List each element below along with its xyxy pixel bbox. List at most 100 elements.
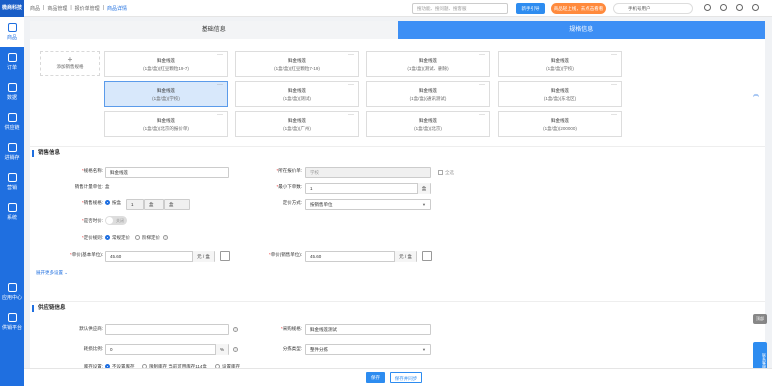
- spec-name-label: 规格名称:: [83, 168, 103, 173]
- spec-card[interactable]: ··· 鲜金线莲 (1盒/盒)(北京): [366, 111, 490, 137]
- help-icon[interactable]: ?: [233, 327, 238, 332]
- guide-button[interactable]: 新手引导: [516, 3, 545, 14]
- spec-card[interactable]: ··· 鲜金线莲 (1盒/盒)(通讯测试): [366, 81, 490, 107]
- nav-item-home[interactable]: 商品: [0, 17, 24, 47]
- more-icon[interactable]: ···: [217, 81, 223, 89]
- platform-icon: [7, 313, 17, 322]
- spec-card[interactable]: ··· 鲜金线莲 (1盒/盒)(北京的报价单): [104, 111, 228, 137]
- breadcrumb-item[interactable]: 报价单管理: [75, 5, 100, 12]
- spec-card[interactable]: ··· 鲜金线莲 (1盒/盒)(广州): [235, 111, 359, 137]
- spec-card[interactable]: ··· 鲜金线莲 (1盒/盒)(东北区): [498, 81, 622, 107]
- spec-card-name: 鲜金线莲: [419, 88, 437, 93]
- spec-card[interactable]: ··· 鲜金线莲 (1盒/盒)(红豆颗粒19-7): [104, 51, 228, 77]
- help-icon[interactable]: [736, 4, 743, 11]
- spec-card[interactable]: ··· 鲜金线莲 (1盒/盒)(测试): [235, 81, 359, 107]
- spec-card-desc: (1盒/盒)(测试): [283, 96, 311, 101]
- nav-item-order[interactable]: 订单: [0, 47, 24, 77]
- collapse-icon[interactable]: ︽: [753, 89, 759, 98]
- nav-label: 应用中心: [1, 295, 22, 301]
- sale-price-input[interactable]: 45.60 元 / 盒: [305, 251, 417, 262]
- more-icon[interactable]: ···: [348, 81, 354, 89]
- nav-item-marketing[interactable]: 营销: [0, 167, 24, 197]
- nav-item-inventory[interactable]: 进销存: [0, 137, 24, 167]
- more-icon[interactable]: ···: [217, 111, 223, 119]
- nav-label: 供销平台: [1, 325, 22, 331]
- more-icon[interactable]: ···: [611, 81, 617, 89]
- search-input[interactable]: 搜功能、搜问题、搜客服: [412, 3, 508, 14]
- more-icon[interactable]: ···: [611, 111, 617, 119]
- purchase-spec-input[interactable]: 鲜金线莲测试: [305, 324, 431, 335]
- breadcrumb: 商品 | 商品管理 | 报价单管理 | 商品详情: [30, 4, 127, 12]
- sale-spec-radio[interactable]: 按盒: [105, 200, 121, 206]
- spec-card-name: 鲜金线莲: [419, 58, 437, 63]
- section-title: 供应链信息: [32, 305, 765, 312]
- more-icon[interactable]: ···: [479, 111, 485, 119]
- nav-item-apps[interactable]: 应用中心: [0, 277, 24, 307]
- spec-card-desc: (1盒/盒)(广州): [283, 126, 311, 131]
- nav-item-platform[interactable]: 供销平台: [0, 307, 24, 337]
- back-to-top-button[interactable]: 顶部: [753, 314, 767, 324]
- more-icon[interactable]: ···: [348, 111, 354, 119]
- spec-card[interactable]: ··· 鲜金线莲 (1盒/盒)(红豆颗粒7-19): [235, 51, 359, 77]
- save-sync-button[interactable]: 保存并同步: [390, 372, 422, 383]
- promo-button[interactable]: 商品轻上线，去点击看看: [551, 3, 606, 14]
- rule-step-radio[interactable]: 阶梯定价: [135, 235, 160, 241]
- inventory-icon: [7, 143, 17, 152]
- add-spec-button[interactable]: + 添加销售规格: [40, 51, 100, 76]
- spec-card[interactable]: ··· 鲜金线莲 (1盒/盒)(200000): [498, 111, 622, 137]
- calculator-icon[interactable]: [220, 251, 230, 261]
- nav-item-chart[interactable]: 数据: [0, 77, 24, 107]
- spec-card-name: 鲜金线莲: [551, 118, 569, 123]
- select-all-checkbox[interactable]: 全选: [438, 170, 454, 176]
- sale-spec-qty[interactable]: 1: [126, 199, 144, 210]
- help-icon[interactable]: ?: [233, 347, 238, 352]
- nav-label: 订单: [6, 65, 17, 71]
- more-icon[interactable]: ···: [479, 51, 485, 59]
- more-icon[interactable]: [752, 4, 759, 11]
- min-order-input[interactable]: 1盒: [305, 183, 431, 194]
- spec-card[interactable]: ··· 鲜金线莲 (1盒/盒)(学校): [104, 81, 228, 107]
- more-icon[interactable]: ···: [611, 51, 617, 59]
- spec-card-desc: (1盒/盒)(学校): [152, 96, 180, 101]
- more-icon[interactable]: ···: [479, 81, 485, 89]
- calculator-icon[interactable]: [422, 251, 432, 261]
- user-menu[interactable]: 手机号用户: [613, 3, 693, 14]
- sort-select[interactable]: 整件分拣 ▼: [305, 344, 431, 355]
- nav-label: 进销存: [4, 155, 20, 161]
- sale-spec-unit-1: 盒: [144, 199, 164, 210]
- supplier-input[interactable]: [105, 324, 229, 335]
- spec-card[interactable]: ··· 鲜金线莲 (1盒/盒)(测试、删除): [366, 51, 490, 77]
- more-icon[interactable]: ···: [217, 51, 223, 59]
- breadcrumb-item[interactable]: 商品管理: [47, 5, 67, 12]
- spec-name-input[interactable]: 鲜金线莲: [105, 167, 229, 178]
- expand-more-link[interactable]: 展开更多设置 ⌄: [36, 270, 68, 276]
- account-icon[interactable]: [704, 4, 711, 11]
- nav-item-settings[interactable]: 系统: [0, 197, 24, 227]
- loss-label: 耗损比例:: [83, 346, 103, 351]
- tab-basic-info[interactable]: 基础信息: [30, 21, 398, 39]
- nav-label: 数据: [6, 95, 17, 101]
- time-price-toggle[interactable]: 关闭: [105, 216, 127, 225]
- nav-label: 供应链: [4, 125, 20, 131]
- sale-spec-unit-2[interactable]: 盒: [164, 199, 190, 210]
- notification-icon[interactable]: [720, 4, 727, 11]
- user-name: 手机号用户: [628, 6, 651, 11]
- supplier-label: 默认供应商:: [79, 326, 103, 331]
- quote-label: 所在报价单:: [278, 168, 302, 173]
- rule-normal-radio[interactable]: 常规定价: [105, 235, 130, 241]
- nav-item-supply-chain[interactable]: 供应链: [0, 107, 24, 137]
- nav-label: 商品: [6, 35, 17, 41]
- sale-price-label: 单价(销售单位):: [270, 252, 302, 257]
- save-button[interactable]: 保存: [366, 372, 385, 383]
- more-icon[interactable]: ···: [348, 51, 354, 59]
- spec-card-name: 鲜金线莲: [157, 88, 175, 93]
- footer-bar: 保存 保存并同步: [24, 368, 772, 386]
- unit-price-input[interactable]: 45.60 元 / 盒: [105, 251, 215, 262]
- loss-unit: %: [215, 344, 228, 355]
- spec-card[interactable]: ··· 鲜金线莲 (1盒/盒)(学校): [498, 51, 622, 77]
- pricing-select[interactable]: 按销售单位 ▼: [305, 199, 431, 210]
- help-icon[interactable]: ?: [163, 235, 168, 240]
- tab-spec-info[interactable]: 规格信息: [397, 21, 765, 39]
- breadcrumb-item[interactable]: 商品: [30, 5, 40, 12]
- loss-input[interactable]: 0%: [105, 344, 229, 355]
